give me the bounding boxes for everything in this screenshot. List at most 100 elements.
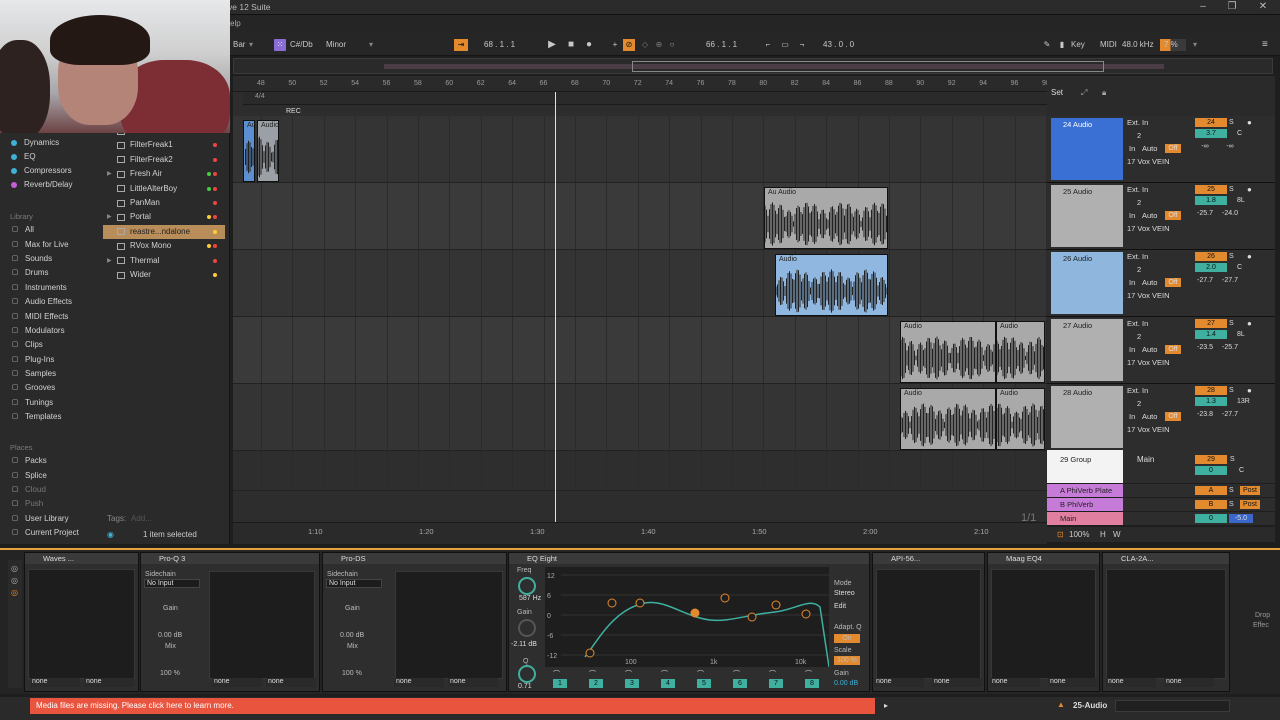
places-item[interactable]: ▢ User Library bbox=[0, 512, 100, 526]
track-input-channel[interactable]: 2 bbox=[1137, 198, 1141, 207]
track-output[interactable]: 17 Vox VEIN bbox=[1127, 291, 1170, 300]
width-button[interactable]: W bbox=[1113, 530, 1121, 539]
preset-dropdown[interactable]: none bbox=[1048, 678, 1098, 687]
eq-band-handle[interactable] bbox=[801, 609, 811, 619]
sidechain-input[interactable]: No Input bbox=[326, 579, 382, 588]
places-item[interactable]: ▢ Push bbox=[0, 497, 100, 511]
group-pan[interactable]: C bbox=[1239, 466, 1244, 475]
zoom-level[interactable]: 100% bbox=[1069, 530, 1089, 539]
chain-icon[interactable]: ◎ bbox=[11, 588, 18, 597]
plugin-item[interactable]: FilterFreak2 bbox=[103, 153, 225, 167]
mode-value[interactable]: Stereo bbox=[834, 590, 855, 597]
library-item[interactable]: ▢ Audio Effects bbox=[0, 295, 100, 309]
main-output-volume[interactable]: -5.0 bbox=[1229, 514, 1253, 523]
device-pro-q3[interactable]: Pro-Q 3 Sidechain No Input Gain 0.00 dB … bbox=[140, 552, 320, 692]
library-item[interactable]: ▢ Max for Live bbox=[0, 237, 100, 251]
plugin-window[interactable] bbox=[395, 571, 503, 679]
browser-category[interactable]: Reverb/Delay bbox=[0, 178, 100, 192]
plugin-window[interactable] bbox=[1106, 569, 1226, 679]
library-item[interactable]: ▢ All bbox=[0, 223, 100, 237]
send-b[interactable]: -27.7 bbox=[1219, 410, 1241, 419]
send-b[interactable]: -∞ bbox=[1219, 142, 1241, 151]
monitor-auto[interactable]: Auto bbox=[1142, 345, 1157, 354]
menu-help[interactable]: elp bbox=[230, 19, 241, 28]
plugin-item[interactable]: RVox Mono bbox=[103, 239, 225, 253]
loop-icon[interactable]: ▭ bbox=[779, 39, 791, 51]
expand-icon[interactable]: ⤢ bbox=[1081, 88, 1087, 98]
library-item[interactable]: ▢ Samples bbox=[0, 367, 100, 381]
expand-arrow-icon[interactable]: ▶ bbox=[107, 167, 117, 181]
overdub-icon[interactable]: + bbox=[609, 39, 621, 51]
freq-value[interactable]: 587 Hz bbox=[519, 595, 541, 602]
preset-dropdown[interactable]: none bbox=[1106, 678, 1156, 687]
solo-button[interactable]: S bbox=[1229, 118, 1234, 127]
main-volume[interactable]: 0 bbox=[1195, 514, 1227, 523]
plugin-item[interactable]: ▶ Fresh Air bbox=[103, 167, 225, 181]
places-item[interactable]: ▢ Cloud bbox=[0, 483, 100, 497]
library-item[interactable]: ▢ Sounds bbox=[0, 252, 100, 266]
eq-band-handle[interactable] bbox=[585, 648, 595, 658]
monitor-off[interactable]: Off bbox=[1165, 345, 1181, 354]
tags-input[interactable]: Add... bbox=[131, 514, 152, 523]
track-header[interactable]: 26 Audio Ext. In 2 In Auto Off 17 Vox VEIN 26 2.… bbox=[1047, 250, 1275, 317]
return-letter[interactable]: A bbox=[1195, 486, 1227, 495]
browser-category[interactable]: EQ bbox=[0, 150, 100, 164]
overview-window[interactable] bbox=[632, 61, 1104, 72]
track-input[interactable]: Ext. In bbox=[1127, 118, 1148, 127]
return-track[interactable]: Main1/20-5.0 bbox=[1047, 512, 1275, 525]
bar-label[interactable]: Bar bbox=[233, 39, 245, 51]
follow-icon[interactable]: ⇥ bbox=[454, 39, 468, 51]
return-solo[interactable]: S bbox=[1229, 486, 1234, 495]
set-button[interactable]: Set bbox=[1051, 88, 1063, 97]
library-item[interactable]: ▢ Plug-Ins bbox=[0, 353, 100, 367]
monitor-auto[interactable]: Auto bbox=[1142, 412, 1157, 421]
monitor-auto[interactable]: Auto bbox=[1142, 211, 1157, 220]
send-b[interactable]: -25.7 bbox=[1219, 343, 1241, 352]
chain-icon[interactable]: ◎ bbox=[11, 564, 18, 573]
scale-icon[interactable]: ⁙ bbox=[274, 39, 286, 51]
track-name[interactable]: 27 Audio bbox=[1051, 319, 1123, 381]
arm-icon[interactable]: ● bbox=[1247, 118, 1252, 127]
solo-button[interactable]: S bbox=[1229, 185, 1234, 194]
library-item[interactable]: ▢ Grooves bbox=[0, 381, 100, 395]
song-position[interactable]: 68 . 1 . 1 bbox=[484, 39, 515, 51]
plugin-item[interactable]: ▶ Thermal bbox=[103, 254, 225, 268]
plugin-item[interactable]: reastre...ndalone bbox=[103, 224, 225, 240]
return-solo[interactable]: S bbox=[1229, 500, 1234, 509]
send-b[interactable]: -27.7 bbox=[1219, 276, 1241, 285]
gain-value[interactable]: 0.00 dB bbox=[158, 632, 182, 639]
plugin-window[interactable] bbox=[28, 569, 135, 679]
track-input[interactable]: Ext. In bbox=[1127, 185, 1148, 194]
audio-clip[interactable]: Au Audio bbox=[764, 187, 888, 249]
menu-icon[interactable]: ≡ bbox=[1262, 39, 1268, 51]
monitor-in[interactable]: In bbox=[1129, 345, 1135, 354]
plugin-item[interactable]: LittleAlterBoy bbox=[103, 182, 225, 196]
key-map-label[interactable]: Key bbox=[1071, 39, 1085, 51]
audio-clip[interactable]: Audio bbox=[775, 254, 888, 316]
audio-clip[interactable]: Au bbox=[243, 120, 255, 182]
browser-category[interactable]: Dynamics bbox=[0, 136, 100, 150]
library-item[interactable]: ▢ Instruments bbox=[0, 281, 100, 295]
preset-dropdown[interactable]: none bbox=[932, 678, 982, 687]
sidechain-input[interactable]: No Input bbox=[144, 579, 200, 588]
eq-band-handle[interactable] bbox=[747, 612, 757, 622]
play-icon[interactable]: ▶ bbox=[546, 39, 558, 51]
gain-knob[interactable] bbox=[518, 619, 536, 637]
monitor-in[interactable]: In bbox=[1129, 144, 1135, 153]
browser-category[interactable]: Compressors bbox=[0, 164, 100, 178]
eq-band-handle[interactable] bbox=[720, 593, 730, 603]
track-header[interactable]: 27 Audio Ext. In 2 In Auto Off 17 Vox VEIN 27 1.… bbox=[1047, 317, 1275, 384]
track-number[interactable]: 28 bbox=[1195, 386, 1227, 395]
track-pan[interactable]: C bbox=[1237, 129, 1242, 138]
preset-dropdown[interactable]: none bbox=[448, 678, 498, 687]
plugin-item[interactable]: PanMan bbox=[103, 196, 225, 210]
monitor-off[interactable]: Off bbox=[1165, 144, 1181, 153]
edit-button[interactable]: Edit bbox=[834, 603, 846, 610]
plugin-window[interactable] bbox=[876, 569, 981, 679]
preset-dropdown[interactable]: none bbox=[30, 678, 80, 687]
device-cla-2a[interactable]: CLA-2A... bbox=[1102, 552, 1230, 692]
preset-dropdown[interactable]: none bbox=[394, 678, 444, 687]
preset-dropdown[interactable]: none bbox=[212, 678, 262, 687]
audio-clip[interactable]: Audio bbox=[900, 321, 996, 383]
plugin-item[interactable]: ▶ Portal bbox=[103, 210, 225, 224]
